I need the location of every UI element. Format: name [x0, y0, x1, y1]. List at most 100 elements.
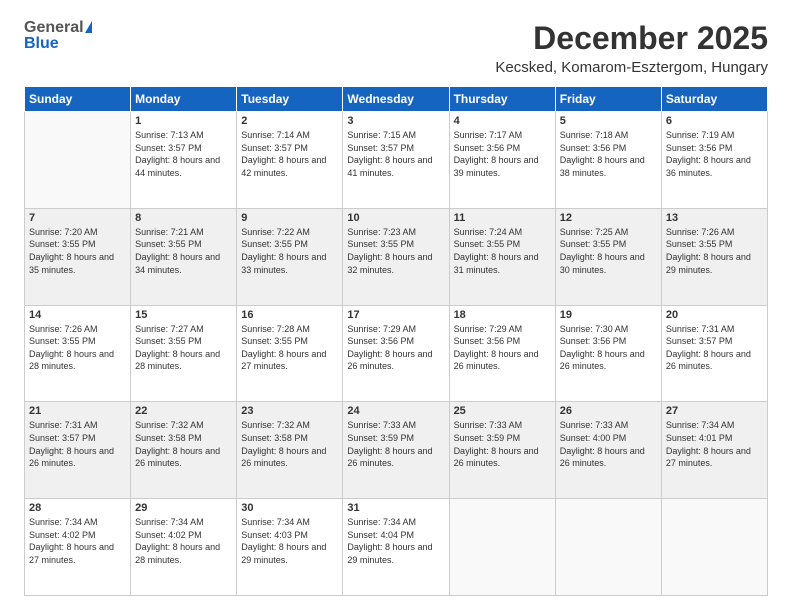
calendar-cell [25, 112, 131, 209]
header: General Blue December 2025 Kecsked, Koma… [24, 20, 768, 76]
day-number: 24 [347, 405, 444, 417]
day-info: Sunrise: 7:34 AMSunset: 4:03 PMDaylight:… [241, 516, 338, 566]
calendar-week-row: 21 Sunrise: 7:31 AMSunset: 3:57 PMDayligh… [25, 402, 768, 499]
page: General Blue December 2025 Kecsked, Koma… [0, 0, 792, 612]
day-info: Sunrise: 7:34 AMSunset: 4:01 PMDaylight:… [666, 419, 763, 469]
day-info: Sunrise: 7:34 AMSunset: 4:02 PMDaylight:… [29, 516, 126, 566]
weekday-header: Saturday [661, 87, 767, 112]
day-info: Sunrise: 7:19 AMSunset: 3:56 PMDaylight:… [666, 129, 763, 179]
calendar-cell: 17Sunrise: 7:29 AMSunset: 3:56 PMDayligh… [343, 305, 449, 402]
calendar-cell: 10 Sunrise: 7:23 AMSunset: 3:55 PMDayligh… [343, 208, 449, 305]
day-number: 27 [666, 405, 763, 417]
day-info: Sunrise: 7:18 AMSunset: 3:56 PMDaylight:… [560, 129, 657, 179]
day-number: 23 [241, 405, 338, 417]
weekday-header-row: SundayMondayTuesdayWednesdayThursdayFrid… [25, 87, 768, 112]
calendar-cell [555, 499, 661, 596]
calendar-cell: 20 Sunrise: 7:31 AMSunset: 3:57 PMDayligh… [661, 305, 767, 402]
day-info: Sunrise: 7:34 AMSunset: 4:02 PMDaylight:… [135, 516, 232, 566]
calendar-week-row: 1 Sunrise: 7:13 AMSunset: 3:57 PMDaylight… [25, 112, 768, 209]
calendar-cell: 23 Sunrise: 7:32 AMSunset: 3:58 PMDayligh… [237, 402, 343, 499]
day-number: 19 [560, 309, 657, 321]
calendar-table: SundayMondayTuesdayWednesdayThursdayFrid… [24, 86, 768, 596]
day-info: Sunrise: 7:15 AMSunset: 3:57 PMDaylight:… [347, 129, 444, 179]
day-number: 28 [29, 502, 126, 514]
day-number: 26 [560, 405, 657, 417]
day-number: 12 [560, 212, 657, 224]
day-info: Sunrise: 7:14 AMSunset: 3:57 PMDaylight:… [241, 129, 338, 179]
calendar-cell: 14 Sunrise: 7:26 AMSunset: 3:55 PMDayligh… [25, 305, 131, 402]
day-number: 21 [29, 405, 126, 417]
day-info: Sunrise: 7:27 AMSunset: 3:55 PMDaylight:… [135, 323, 232, 373]
calendar-cell: 3 Sunrise: 7:15 AMSunset: 3:57 PMDaylight… [343, 112, 449, 209]
day-number: 7 [29, 212, 126, 224]
weekday-header: Monday [131, 87, 237, 112]
calendar-cell: 16Sunrise: 7:28 AMSunset: 3:55 PMDayligh… [237, 305, 343, 402]
day-number: 11 [454, 212, 551, 224]
day-info: Sunrise: 7:30 AMSunset: 3:56 PMDaylight:… [560, 323, 657, 373]
calendar-cell: 26 Sunrise: 7:33 AMSunset: 4:00 PMDayligh… [555, 402, 661, 499]
day-info: Sunrise: 7:31 AMSunset: 3:57 PMDaylight:… [29, 419, 126, 469]
calendar-cell: 13Sunrise: 7:26 AMSunset: 3:55 PMDayligh… [661, 208, 767, 305]
calendar-cell: 25Sunrise: 7:33 AMSunset: 3:59 PMDayligh… [449, 402, 555, 499]
calendar-cell: 6 Sunrise: 7:19 AMSunset: 3:56 PMDaylight… [661, 112, 767, 209]
day-number: 6 [666, 115, 763, 127]
calendar-cell: 2 Sunrise: 7:14 AMSunset: 3:57 PMDaylight… [237, 112, 343, 209]
day-info: Sunrise: 7:33 AMSunset: 4:00 PMDaylight:… [560, 419, 657, 469]
day-number: 3 [347, 115, 444, 127]
calendar-cell: 9 Sunrise: 7:22 AMSunset: 3:55 PMDaylight… [237, 208, 343, 305]
day-number: 13 [666, 212, 763, 224]
calendar-cell: 22 Sunrise: 7:32 AMSunset: 3:58 PMDayligh… [131, 402, 237, 499]
day-number: 31 [347, 502, 444, 514]
calendar-cell: 4Sunrise: 7:17 AMSunset: 3:56 PMDaylight… [449, 112, 555, 209]
day-info: Sunrise: 7:29 AMSunset: 3:56 PMDaylight:… [454, 323, 551, 373]
weekday-header: Tuesday [237, 87, 343, 112]
day-number: 2 [241, 115, 338, 127]
day-number: 1 [135, 115, 232, 127]
logo: General Blue [24, 20, 92, 52]
day-info: Sunrise: 7:25 AMSunset: 3:55 PMDaylight:… [560, 226, 657, 276]
day-info: Sunrise: 7:33 AMSunset: 3:59 PMDaylight:… [347, 419, 444, 469]
day-info: Sunrise: 7:23 AMSunset: 3:55 PMDaylight:… [347, 226, 444, 276]
calendar-cell: 30 Sunrise: 7:34 AMSunset: 4:03 PMDayligh… [237, 499, 343, 596]
calendar-cell [449, 499, 555, 596]
weekday-header: Friday [555, 87, 661, 112]
day-number: 10 [347, 212, 444, 224]
day-number: 5 [560, 115, 657, 127]
calendar-cell: 19 Sunrise: 7:30 AMSunset: 3:56 PMDayligh… [555, 305, 661, 402]
day-info: Sunrise: 7:13 AMSunset: 3:57 PMDaylight:… [135, 129, 232, 179]
logo-general: General [24, 20, 84, 36]
day-info: Sunrise: 7:28 AMSunset: 3:55 PMDaylight:… [241, 323, 338, 373]
day-info: Sunrise: 7:32 AMSunset: 3:58 PMDaylight:… [241, 419, 338, 469]
day-number: 18 [454, 309, 551, 321]
calendar-cell: 28 Sunrise: 7:34 AMSunset: 4:02 PMDayligh… [25, 499, 131, 596]
day-info: Sunrise: 7:34 AMSunset: 4:04 PMDaylight:… [347, 516, 444, 566]
calendar-cell: 12 Sunrise: 7:25 AMSunset: 3:55 PMDayligh… [555, 208, 661, 305]
day-info: Sunrise: 7:26 AMSunset: 3:55 PMDaylight:… [29, 323, 126, 373]
day-number: 9 [241, 212, 338, 224]
calendar-title: December 2025 [495, 20, 768, 57]
logo-triangle-icon [85, 21, 92, 33]
day-info: Sunrise: 7:22 AMSunset: 3:55 PMDaylight:… [241, 226, 338, 276]
calendar-week-row: 14 Sunrise: 7:26 AMSunset: 3:55 PMDayligh… [25, 305, 768, 402]
calendar-week-row: 28 Sunrise: 7:34 AMSunset: 4:02 PMDayligh… [25, 499, 768, 596]
day-number: 20 [666, 309, 763, 321]
calendar-cell: 1 Sunrise: 7:13 AMSunset: 3:57 PMDaylight… [131, 112, 237, 209]
day-info: Sunrise: 7:32 AMSunset: 3:58 PMDaylight:… [135, 419, 232, 469]
title-section: December 2025 Kecsked, Komarom-Esztergom… [495, 20, 768, 76]
weekday-header: Sunday [25, 87, 131, 112]
day-number: 15 [135, 309, 232, 321]
day-info: Sunrise: 7:33 AMSunset: 3:59 PMDaylight:… [454, 419, 551, 469]
day-number: 14 [29, 309, 126, 321]
day-info: Sunrise: 7:17 AMSunset: 3:56 PMDaylight:… [454, 129, 551, 179]
calendar-subtitle: Kecsked, Komarom-Esztergom, Hungary [495, 59, 768, 76]
day-info: Sunrise: 7:31 AMSunset: 3:57 PMDaylight:… [666, 323, 763, 373]
calendar-cell: 15 Sunrise: 7:27 AMSunset: 3:55 PMDayligh… [131, 305, 237, 402]
calendar-cell: 31 Sunrise: 7:34 AMSunset: 4:04 PMDayligh… [343, 499, 449, 596]
day-number: 22 [135, 405, 232, 417]
calendar-cell: 21 Sunrise: 7:31 AMSunset: 3:57 PMDayligh… [25, 402, 131, 499]
calendar-cell: 29Sunrise: 7:34 AMSunset: 4:02 PMDayligh… [131, 499, 237, 596]
calendar-cell: 7Sunrise: 7:20 AMSunset: 3:55 PMDaylight… [25, 208, 131, 305]
calendar-week-row: 7Sunrise: 7:20 AMSunset: 3:55 PMDaylight… [25, 208, 768, 305]
day-number: 30 [241, 502, 338, 514]
day-number: 17 [347, 309, 444, 321]
